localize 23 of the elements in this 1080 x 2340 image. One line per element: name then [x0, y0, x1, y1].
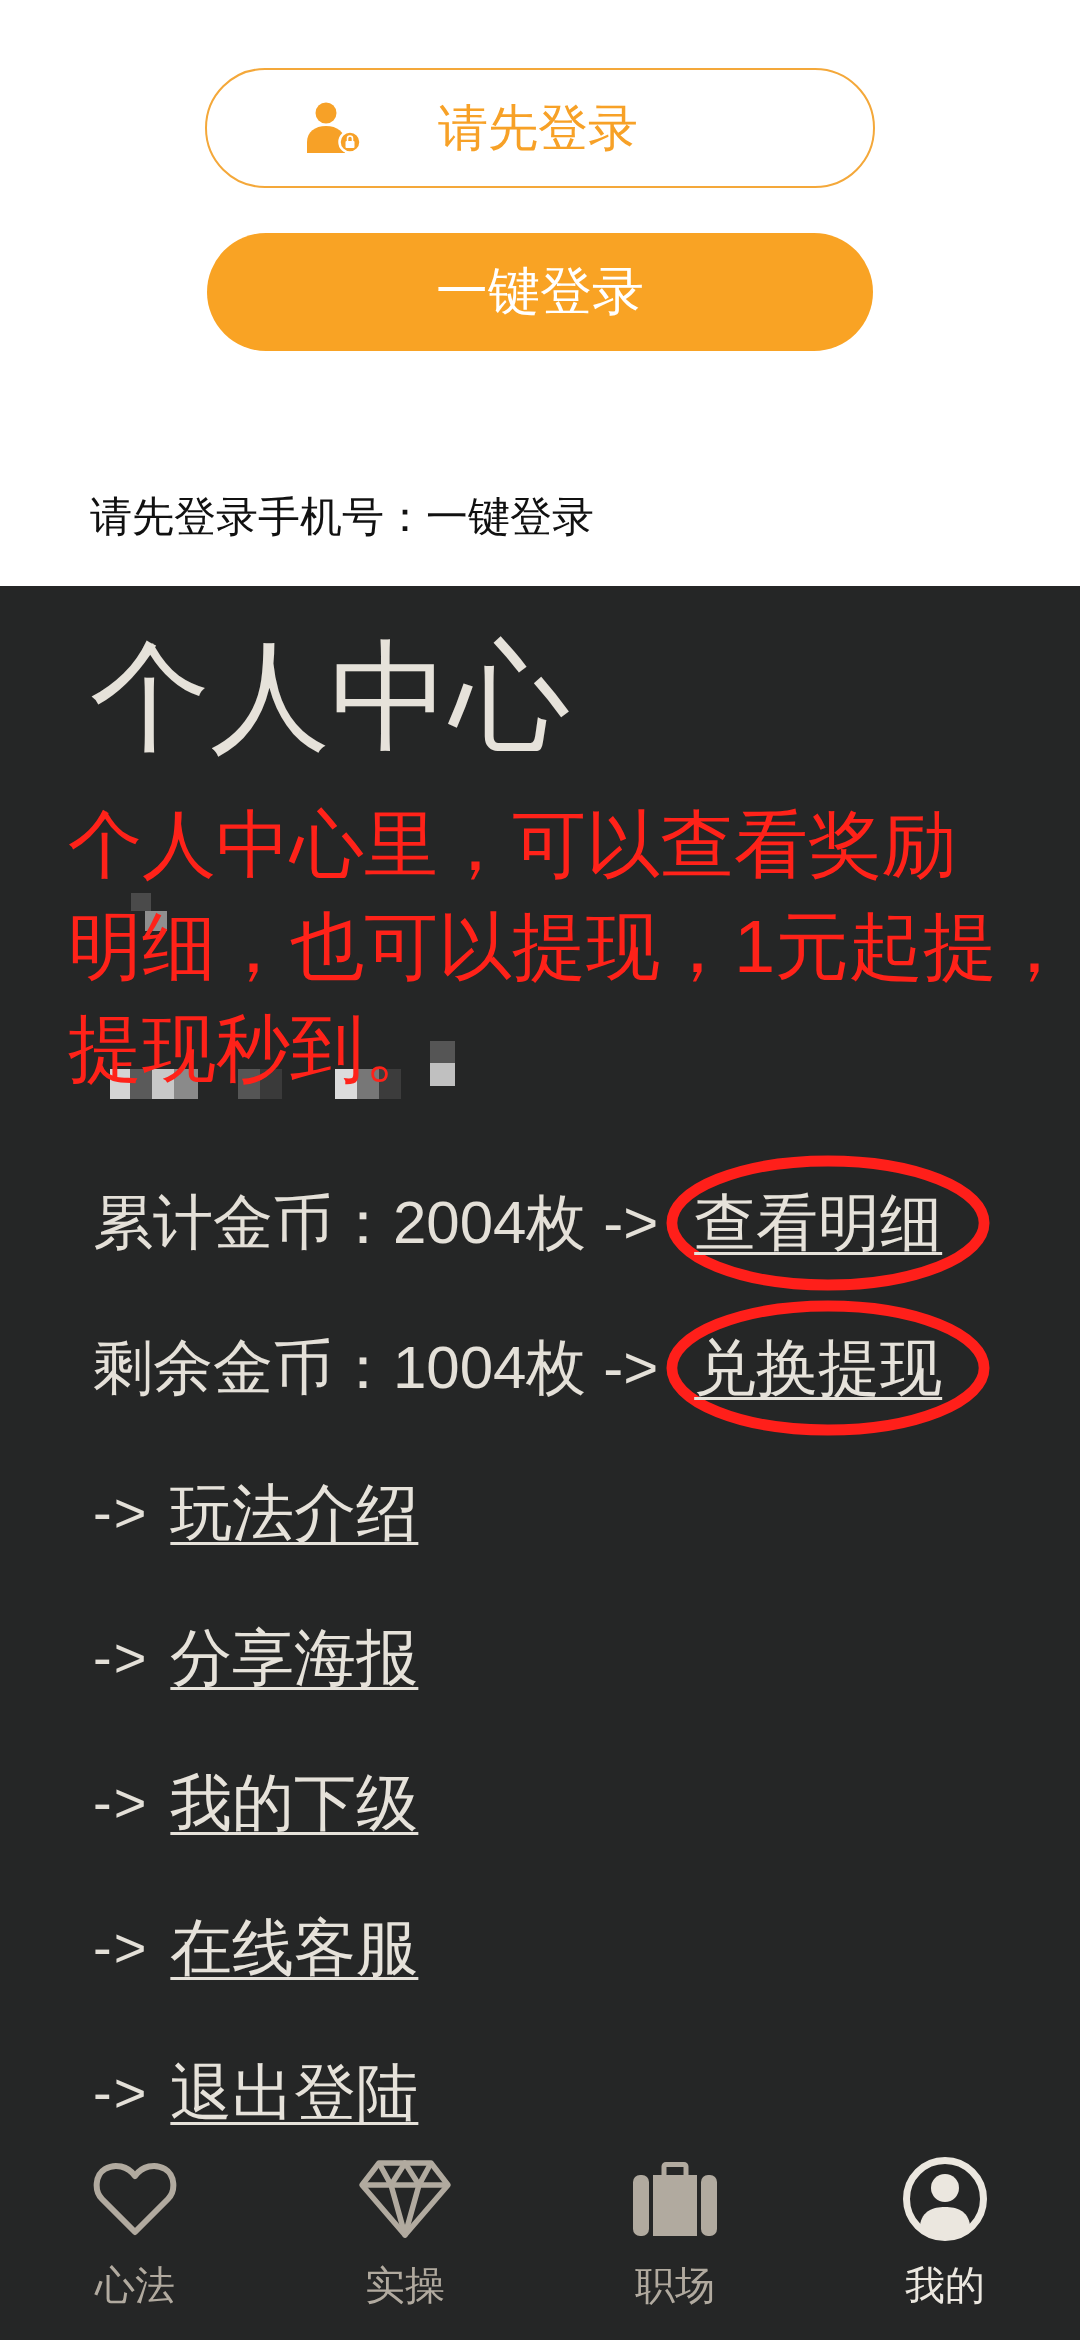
menu-link[interactable]: 退出登陆	[170, 2057, 419, 2129]
arrow-text: ->	[93, 1770, 149, 1836]
user-circle-icon	[903, 2157, 987, 2241]
diamond-icon	[358, 2159, 452, 2239]
arrow-text: ->	[93, 1915, 149, 1981]
menu-link[interactable]: 我的下级	[170, 1767, 419, 1839]
user-lock-icon	[306, 102, 362, 154]
tab-item[interactable]: 职场	[540, 2140, 810, 2340]
arrow-text: ->	[93, 1625, 149, 1691]
arrow-text: ->	[93, 2060, 149, 2126]
tab-item[interactable]: 实操	[270, 2140, 540, 2340]
tab-item[interactable]: 心法	[0, 2140, 270, 2340]
page-title: 个人中心	[90, 628, 570, 765]
menu-link[interactable]: 玩法介绍	[170, 1477, 419, 1549]
menu-link[interactable]: 在线客服	[170, 1912, 419, 1984]
arrow-text: ->	[93, 1480, 149, 1546]
coin-total-text: 累计金币：2004枚 ->	[93, 1188, 659, 1258]
login-hint-text: 请先登录手机号：一键登录	[90, 492, 594, 542]
heart-icon	[93, 2162, 177, 2236]
menu-link[interactable]: 分享海报	[170, 1622, 419, 1694]
briefcase-icon	[633, 2162, 717, 2236]
tab-item[interactable]: 我的	[810, 2140, 1080, 2340]
coin-total-text: 剩余金币：1004枚 ->	[93, 1333, 659, 1403]
